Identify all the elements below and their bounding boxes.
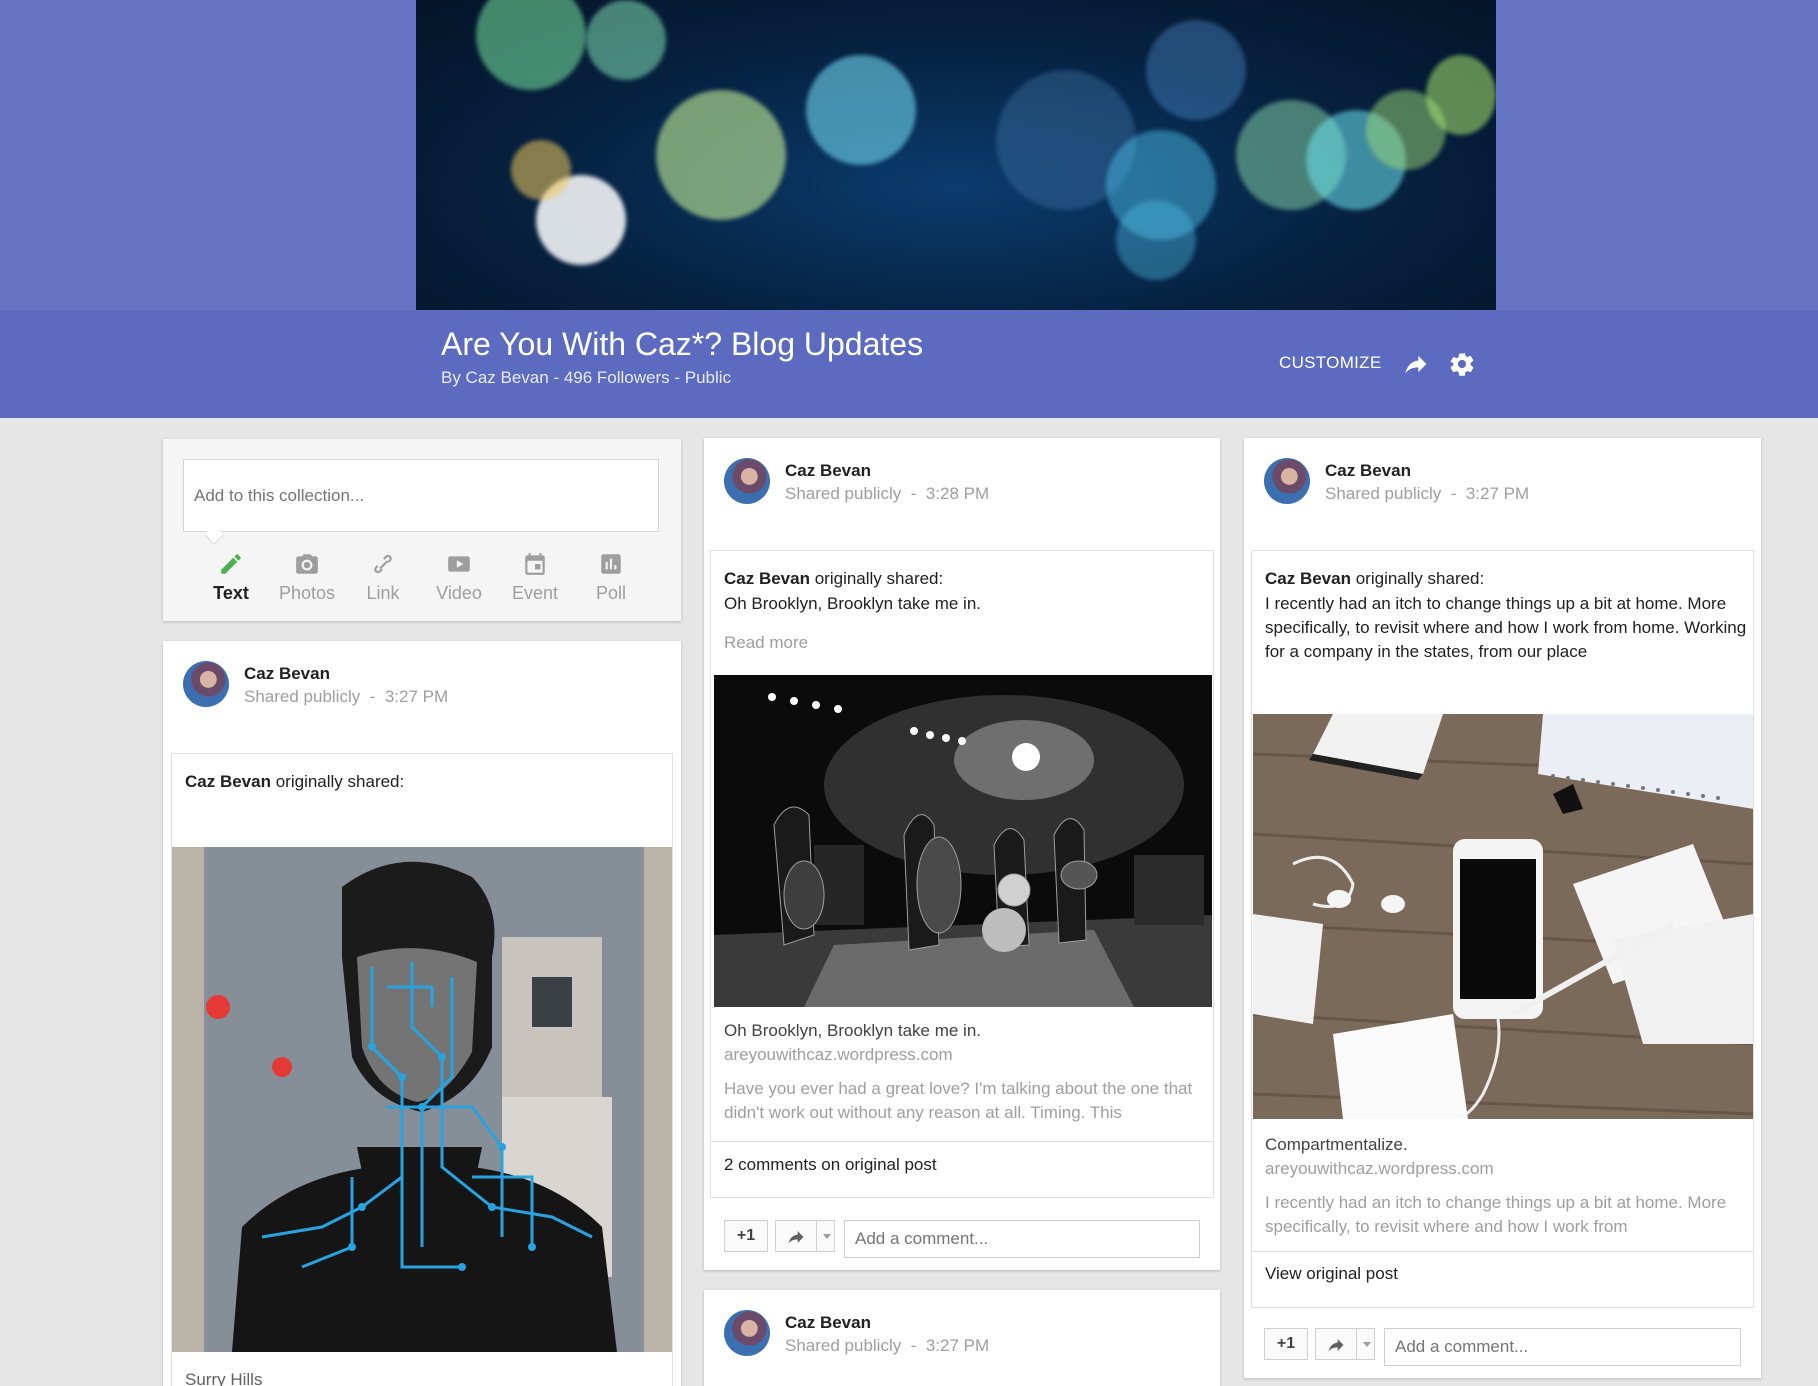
image-caption: Surry Hills (185, 1370, 263, 1386)
video-icon (446, 551, 472, 577)
original-author[interactable]: Caz Bevan (185, 772, 271, 791)
originally-shared-label: originally shared: (275, 772, 405, 791)
share-icon (1328, 1339, 1344, 1352)
post-meta: Shared publicly - 3:27 PM (1325, 484, 1529, 504)
tool-label: Photos (278, 583, 336, 603)
tool-link[interactable]: Link (345, 551, 421, 604)
post-time[interactable]: 3:27 PM (1466, 484, 1529, 503)
link-preview-image[interactable] (714, 675, 1212, 1007)
share-button[interactable] (775, 1220, 835, 1252)
original-author[interactable]: Caz Bevan (1265, 569, 1351, 588)
originally-shared-line: Caz Bevan originally shared: (724, 566, 943, 591)
post-visibility: Shared publicly (1325, 484, 1442, 503)
tool-label: Event (511, 583, 559, 603)
post-card: Caz Bevan Shared publicly - 3:27 PM (704, 1290, 1220, 1386)
chevron-down-icon[interactable] (1356, 1329, 1375, 1359)
avatar[interactable] (724, 1310, 770, 1356)
post-image[interactable] (172, 847, 672, 1352)
reshared-post: Caz Bevan originally shared: Oh Brooklyn… (710, 550, 1214, 1198)
tool-photos[interactable]: Photos (269, 551, 345, 604)
tool-label: Video (436, 583, 482, 603)
gear-icon[interactable] (1448, 350, 1476, 378)
original-comments-link[interactable]: 2 comments on original post (724, 1153, 937, 1177)
divider (1252, 1251, 1753, 1252)
customize-button[interactable]: CUSTOMIZE (1279, 353, 1382, 373)
post-time[interactable]: 3:27 PM (385, 687, 448, 706)
chevron-down-icon[interactable] (816, 1221, 835, 1251)
plus-one-button[interactable]: +1 (724, 1220, 768, 1252)
link-snippet: I recently had an itch to change things … (1265, 1193, 1727, 1236)
post-visibility: Shared publicly (785, 484, 902, 503)
link-preview-image[interactable] (1253, 714, 1753, 1119)
tool-label: Text (213, 583, 249, 603)
avatar[interactable] (724, 458, 770, 504)
original-author[interactable]: Caz Bevan (724, 569, 810, 588)
meta-separator: - (369, 687, 376, 706)
originally-shared-label: originally shared: (814, 569, 944, 588)
cover-photo (416, 0, 1496, 310)
share-button[interactable] (1315, 1328, 1375, 1360)
collection-byline: By Caz Bevan - 496 Followers - Public (441, 368, 732, 387)
composer-input[interactable] (183, 459, 659, 532)
avatar[interactable] (1264, 458, 1310, 504)
post-card: Caz Bevan Shared publicly - 3:27 PM Caz … (163, 641, 681, 1386)
post-meta: Shared publicly - 3:28 PM (785, 484, 989, 504)
post-author[interactable]: Caz Bevan (785, 461, 871, 481)
camera-icon (294, 551, 320, 577)
plus-one-button[interactable]: +1 (1264, 1328, 1308, 1360)
link-title[interactable]: Oh Brooklyn, Brooklyn take me in. (724, 1019, 981, 1043)
link-snippet: Have you ever had a great love? I'm talk… (724, 1079, 1193, 1122)
pencil-icon (218, 551, 244, 577)
tool-label: Poll (595, 583, 626, 603)
tool-label: Link (366, 583, 400, 603)
post-meta: Shared publicly - 3:27 PM (785, 1336, 989, 1356)
tool-event[interactable]: Event (497, 551, 573, 604)
share-icon[interactable] (1402, 350, 1430, 378)
originally-shared-line: Caz Bevan originally shared: (185, 769, 404, 794)
tool-poll[interactable]: Poll (573, 551, 649, 604)
divider (711, 1141, 1213, 1142)
composer-card: Text Photos Link Video Event Poll (163, 439, 681, 621)
originally-shared-label: originally shared: (1355, 569, 1485, 588)
post-visibility: Shared publicly (244, 687, 361, 706)
calendar-icon (522, 551, 548, 577)
reshared-post: Caz Bevan originally shared: Surry Hills (171, 753, 673, 1386)
link-title[interactable]: Compartmentalize. (1265, 1133, 1408, 1157)
link-domain: areyouwithcaz.wordpress.com (1265, 1159, 1494, 1178)
link-icon (370, 551, 396, 577)
reshared-post: Caz Bevan originally shared: I recently … (1251, 550, 1754, 1308)
collection-title: Are You With Caz*? Blog Updates (441, 326, 924, 362)
comment-input[interactable] (844, 1220, 1200, 1258)
post-time[interactable]: 3:28 PM (926, 484, 989, 503)
link-domain: areyouwithcaz.wordpress.com (724, 1045, 953, 1064)
post-text: Oh Brooklyn, Brooklyn take me in. (724, 594, 982, 613)
meta-separator: - (910, 1336, 917, 1355)
comment-input[interactable] (1384, 1328, 1741, 1366)
poll-icon (598, 551, 624, 577)
meta-separator: - (910, 484, 917, 503)
share-icon (788, 1231, 804, 1244)
tool-text[interactable]: Text (193, 551, 269, 604)
meta-separator: - (1450, 484, 1457, 503)
originally-shared-line: Caz Bevan originally shared: (1265, 566, 1484, 591)
post-visibility: Shared publicly (785, 1336, 902, 1355)
tool-video[interactable]: Video (421, 551, 497, 604)
post-author[interactable]: Caz Bevan (1325, 461, 1411, 481)
post-author[interactable]: Caz Bevan (244, 664, 330, 684)
read-more-link[interactable]: Read more (724, 631, 808, 655)
post-author[interactable]: Caz Bevan (785, 1313, 871, 1333)
post-card: Caz Bevan Shared publicly - 3:27 PM Caz … (1244, 438, 1761, 1378)
post-meta: Shared publicly - 3:27 PM (244, 687, 448, 707)
post-time[interactable]: 3:27 PM (926, 1336, 989, 1355)
post-text: I recently had an itch to change things … (1265, 594, 1747, 661)
post-card: Caz Bevan Shared publicly - 3:28 PM Caz … (704, 438, 1220, 1270)
view-original-link[interactable]: View original post (1265, 1262, 1398, 1286)
avatar[interactable] (183, 661, 229, 707)
